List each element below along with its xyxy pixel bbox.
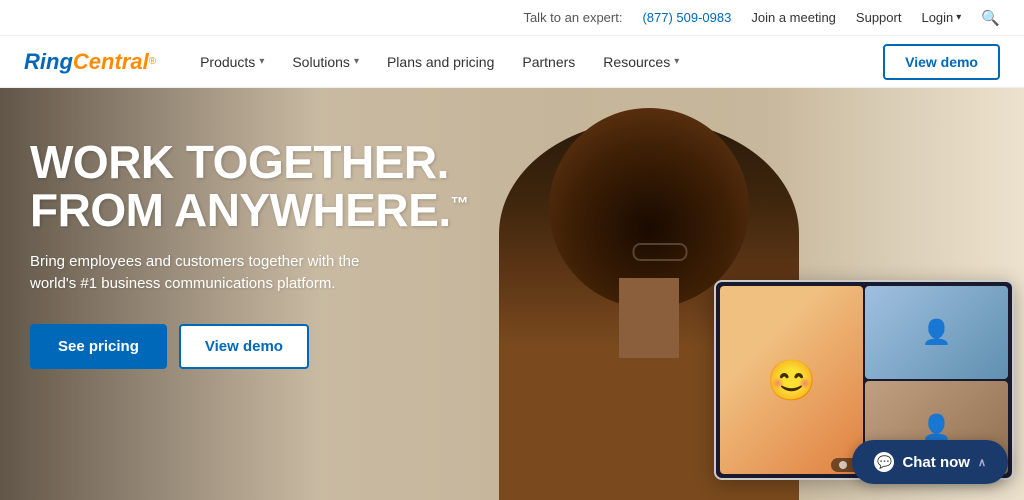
login-chevron-icon: ▾ [956, 12, 961, 23]
person-glasses [633, 243, 688, 261]
hero-section: 😊 👤 👤 WORK TOGETHER. FROM ANYWHERE.™ Bri… [0, 88, 1024, 500]
talk-label: Talk to an expert: [523, 10, 622, 25]
hero-subheadline: Bring employees and customers together w… [30, 251, 400, 296]
logo-central: Central [73, 49, 149, 75]
logo[interactable]: RingCentral® [24, 49, 156, 75]
logo-ring: Ring [24, 49, 73, 75]
nav-item-partners[interactable]: Partners [510, 46, 587, 78]
nav-item-products[interactable]: Products ▾ [188, 46, 276, 78]
login-link[interactable]: Login ▾ [921, 10, 961, 25]
hero-buttons: See pricing View demo [30, 324, 468, 369]
view-demo-hero-button[interactable]: View demo [179, 324, 309, 369]
resources-chevron-icon: ▾ [674, 56, 679, 67]
nav-item-solutions[interactable]: Solutions ▾ [280, 46, 371, 78]
phone-number[interactable]: (877) 509-0983 [642, 10, 731, 25]
nav-item-resources[interactable]: Resources ▾ [591, 46, 691, 78]
join-meeting-link[interactable]: Join a meeting [751, 10, 836, 25]
hero-content: WORK TOGETHER. FROM ANYWHERE.™ Bring emp… [30, 138, 468, 369]
video-tile-1: 😊 [720, 286, 863, 474]
hero-headline: WORK TOGETHER. FROM ANYWHERE.™ [30, 138, 468, 235]
chat-chevron-icon: ∧ [978, 456, 986, 469]
hero-headline-line1: WORK TOGETHER. [30, 138, 468, 186]
nav-bar: RingCentral® Products ▾ Solutions ▾ Plan… [0, 36, 1024, 88]
video-face-1: 😊 [720, 286, 863, 474]
person-neck [619, 278, 679, 358]
video-tile-2: 👤 [865, 286, 1008, 379]
products-chevron-icon: ▾ [259, 56, 264, 67]
nav-item-plans[interactable]: Plans and pricing [375, 46, 506, 78]
hero-trademark: ™ [451, 194, 469, 214]
top-bar: Talk to an expert: (877) 509-0983 Join a… [0, 0, 1024, 36]
solutions-chevron-icon: ▾ [354, 56, 359, 67]
see-pricing-button[interactable]: See pricing [30, 324, 167, 369]
hero-headline-line2: FROM ANYWHERE.™ [30, 186, 468, 234]
nav-items: Products ▾ Solutions ▾ Plans and pricing… [188, 46, 883, 78]
search-icon[interactable]: 🔍 [981, 9, 1000, 27]
chat-label: Chat now [902, 454, 970, 471]
ctrl-dot-1 [839, 461, 847, 469]
support-link[interactable]: Support [856, 10, 902, 25]
logo-trademark: ® [149, 56, 156, 67]
view-demo-nav-button[interactable]: View demo [883, 44, 1000, 80]
chat-now-button[interactable]: 💬 Chat now ∧ [852, 440, 1008, 484]
video-face-2: 👤 [865, 286, 1008, 379]
chat-icon: 💬 [874, 452, 894, 472]
